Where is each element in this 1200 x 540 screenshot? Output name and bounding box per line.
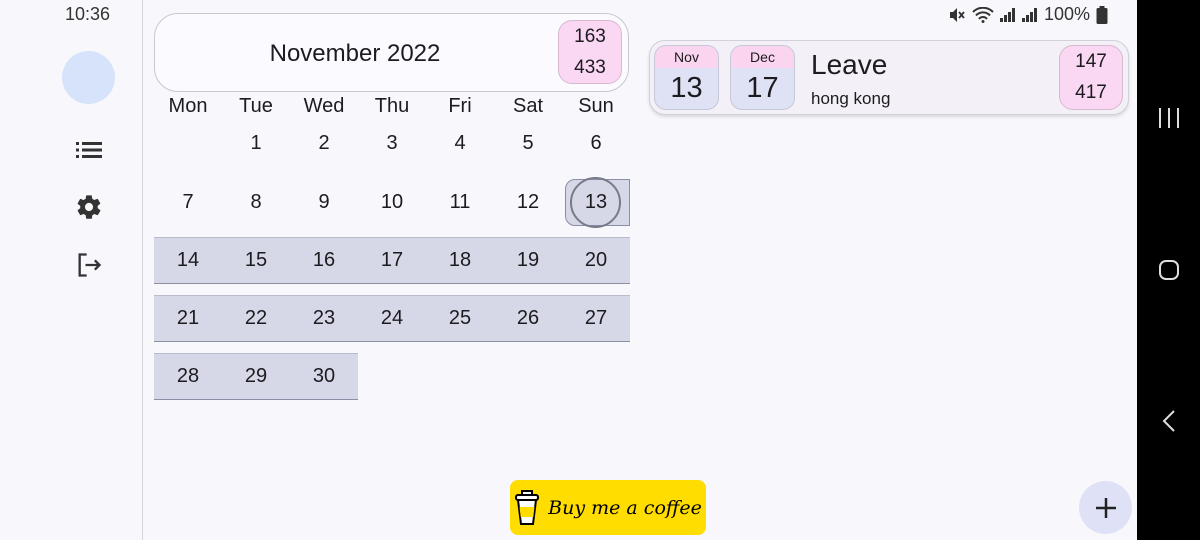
month-title: November 2022	[269, 39, 441, 67]
calendar-day[interactable]: 24	[358, 295, 426, 342]
coffee-cup-icon	[515, 489, 540, 525]
weekday-label: Mon	[168, 95, 208, 117]
home-icon[interactable]	[1151, 252, 1187, 288]
month-counter-top: 163	[574, 25, 606, 47]
weekday-label: Wed	[303, 95, 345, 117]
calendar-day[interactable]: 3	[358, 120, 426, 167]
system-nav-bar	[1137, 0, 1200, 540]
calendar-day[interactable]: 17	[358, 237, 426, 284]
avatar[interactable]	[62, 51, 115, 104]
month-counter-bottom: 433	[574, 56, 606, 78]
calendar-day[interactable]: 15	[222, 237, 290, 284]
weekday-label: Tue	[239, 95, 273, 117]
event-card[interactable]: Nov 13 Dec 17 Leave hong kong 147 417	[649, 40, 1129, 115]
calendar-day[interactable]: 12	[494, 179, 562, 226]
logout-icon[interactable]	[73, 249, 105, 281]
event-end-month: Dec	[731, 46, 794, 68]
calendar-day[interactable]: 23	[290, 295, 358, 342]
plus-icon	[1095, 497, 1116, 518]
calendar-day[interactable]: 8	[222, 179, 290, 226]
signal-icon	[999, 7, 1015, 22]
calendar-day[interactable]: 21	[154, 295, 222, 342]
calendar-day[interactable]: 14	[154, 237, 222, 284]
month-header[interactable]: November 2022 163 433	[154, 13, 629, 92]
status-bar: 100%	[948, 4, 1108, 25]
calendar-day[interactable]: 6	[562, 120, 630, 167]
weekday-label: Sat	[512, 95, 544, 117]
calendar-day[interactable]: 7	[154, 179, 222, 226]
month-counter: 163 433	[558, 20, 622, 84]
buy-me-a-coffee-button[interactable]: Buy me a coffee	[510, 480, 706, 535]
today-indicator	[570, 177, 621, 228]
event-counter-bottom: 417	[1075, 82, 1107, 104]
battery-icon	[1096, 5, 1108, 24]
calendar-day[interactable]: 22	[222, 295, 290, 342]
calendar-day[interactable]: 27	[562, 295, 630, 342]
calendar-day[interactable]: 10	[358, 179, 426, 226]
calendar-day[interactable]: 2	[290, 120, 358, 167]
event-location: hong kong	[811, 89, 891, 108]
status-time: 10:36	[65, 4, 111, 24]
calendar-day[interactable]: 4	[426, 120, 494, 167]
calendar-day[interactable]: 11	[426, 179, 494, 226]
event-start-month: Nov	[655, 46, 718, 68]
calendar-day[interactable]: 16	[290, 237, 358, 284]
weekday-label: Fri	[448, 95, 472, 117]
weekday-label: Sun	[578, 95, 614, 117]
calendar-day[interactable]: 30	[290, 353, 358, 400]
weekday-header: Mon Tue Wed Thu Fri Sat Sun	[154, 95, 630, 123]
calendar-day[interactable]: 18	[426, 237, 494, 284]
event-title: Leave	[811, 49, 888, 80]
event-end-day: 17	[746, 72, 779, 104]
event-counter-top: 147	[1075, 50, 1107, 72]
calendar-day[interactable]: 1	[222, 120, 290, 167]
calendar-day[interactable]: 25	[426, 295, 494, 342]
event-start-date: Nov 13	[654, 45, 719, 110]
mute-icon	[949, 7, 965, 22]
weekday-label: Thu	[374, 95, 410, 117]
add-event-button[interactable]	[1079, 481, 1132, 534]
event-start-day: 13	[670, 72, 703, 104]
calendar-day[interactable]: 5	[494, 120, 562, 167]
signal-roaming-icon	[1021, 7, 1037, 22]
calendar-day[interactable]: 19	[494, 237, 562, 284]
recents-icon[interactable]	[1151, 100, 1187, 136]
calendar-day[interactable]: 9	[290, 179, 358, 226]
battery-percent: 100%	[1043, 4, 1090, 24]
calendar-day[interactable]: 29	[222, 353, 290, 400]
event-end-date: Dec 17	[730, 45, 795, 110]
calendar-day[interactable]: 26	[494, 295, 562, 342]
calendar-day[interactable]: 20	[562, 237, 630, 284]
wifi-icon	[972, 6, 994, 23]
list-icon[interactable]	[73, 134, 105, 166]
gear-icon[interactable]	[73, 191, 105, 223]
back-icon[interactable]	[1151, 403, 1187, 439]
calendar-grid: Mon Tue Wed Thu Fri Sat Sun	[154, 95, 630, 123]
event-counter: 147 417	[1059, 45, 1123, 110]
calendar-day[interactable]: 28	[154, 353, 222, 400]
coffee-label: Buy me a coffee	[548, 496, 702, 519]
